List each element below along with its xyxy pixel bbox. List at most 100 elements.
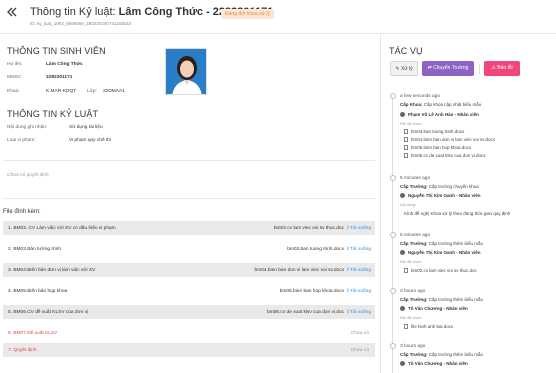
timeline-action: Cấp Trường: Cấp trường thêm biểu mẫu xyxy=(400,297,483,302)
mssv-label: MSSV: xyxy=(7,75,22,80)
timeline-sub-label: File đã chọn: xyxy=(400,122,422,126)
name-label: Họ tên: xyxy=(7,62,23,67)
name-value: Lâm Công Thức xyxy=(46,62,83,67)
timeline-user-name: Tô Văn Chương - Nhân viên xyxy=(408,306,468,311)
timeline-action-text: Cấp trường thêm biểu mẫu xyxy=(428,241,483,246)
file-row: 4. BM05.Biên bản họp khoa bm05.bien ban … xyxy=(3,284,375,298)
page-header: Thông tin Kỷ luật: Lâm Công Thức - 22823… xyxy=(0,0,556,34)
timeline-user: Nguyễn Thị Kim Oanh - Nhân viên xyxy=(400,250,481,256)
process-button[interactable]: ✎ Xử lý xyxy=(390,61,418,76)
content-label: Nội dung ghi nhận: xyxy=(7,125,48,130)
file-icon xyxy=(404,268,408,274)
timeline-file-name: bm05.bien ban hop khoa.docx xyxy=(411,145,472,150)
timeline-file-name: bm03.ban tuong trinh.docx xyxy=(411,129,465,134)
file-row: 7. Quyết định Chưa có xyxy=(3,343,375,357)
timeline-file-name: bm06.cv de xuat klsv cua don vi.docx xyxy=(411,153,486,158)
file-name: 5. BM06.CV đề xuất KLSV của đơn vị xyxy=(8,309,89,315)
file-row: 6. BM07.Đề xuất KLSV Chưa có xyxy=(3,326,375,340)
download-label: Tải xuống xyxy=(349,288,371,294)
timeline-action-text: Cấp trường thêm biểu mẫu xyxy=(428,297,483,302)
timeline-user-name: Tô Văn Chương - Nhân viên xyxy=(408,361,468,366)
timeline-dot xyxy=(389,288,396,294)
timeline-dot xyxy=(389,343,396,349)
timeline-role: Cấp Trường: xyxy=(400,297,428,302)
decision-status: Chưa có quyết định xyxy=(7,173,49,178)
file-name: 6. BM07.Đề xuất KLSV xyxy=(8,330,58,336)
timeline-file-name: bm02.cv lam viec voi sv thuc.doc xyxy=(411,268,477,273)
download-label: Tải xuống xyxy=(349,267,371,273)
timeline-file: file hinh anh bai.docx xyxy=(404,324,454,330)
user-icon xyxy=(400,112,405,118)
file-name: 4. BM05.Biên bản họp khoa xyxy=(8,288,68,294)
timeline-file: bm05.bien ban hop khoa.docx xyxy=(404,145,472,151)
timeline-file: bm02.cv lam viec voi sv thuc.doc xyxy=(404,268,477,274)
file-row: 1. BM02. CV Làm việc với SV có dấu hiệu … xyxy=(3,221,375,235)
timeline-time: 3 hours ago xyxy=(400,289,426,294)
timeline-sub-label: File đã chọn: xyxy=(400,316,422,320)
timeline-file: bm03.ban tuong trinh.docx xyxy=(404,129,465,135)
back-icon[interactable] xyxy=(6,6,20,20)
file-doc: bm06.cv de xuat klsv cua don vi.doc xyxy=(266,309,344,315)
timeline-dot xyxy=(389,93,396,99)
timeline-action: Cấp Khoa: Cấp khoa cập nhật biểu mẫu xyxy=(400,102,481,107)
download-label: Tải xuống xyxy=(349,225,371,231)
class-value: 22DMAA1 xyxy=(103,89,125,94)
download-label: Tải xuống xyxy=(349,309,371,315)
column-divider xyxy=(380,34,381,373)
discipline-section-title: THÔNG TIN KỶ LUẬT xyxy=(7,109,99,119)
report-error-button[interactable]: ⚠ Báo lỗi xyxy=(484,61,520,76)
file-missing: Chưa có xyxy=(350,330,369,336)
record-id: ID: ky_luat_1963_6666666_280220240741163… xyxy=(30,21,132,26)
download-link[interactable]: ⇩Tải xuống xyxy=(346,226,371,231)
timeline-action-text: Cấp trường chuyển khoa xyxy=(428,184,479,189)
file-missing: Chưa có xyxy=(350,347,369,353)
file-icon xyxy=(404,153,408,159)
timeline-time: 6 minutes ago xyxy=(400,233,431,238)
timeline-role: Cấp Trường: xyxy=(400,241,428,246)
user-icon xyxy=(400,306,405,312)
timeline-sub-label: Nội dung: xyxy=(400,203,417,207)
file-icon xyxy=(404,137,408,143)
download-link[interactable]: ⇩Tải xuống xyxy=(346,268,371,273)
violation-type-value: Vi phạm quy chế thi xyxy=(69,138,112,143)
file-row: 2. BM03.Bản tường trình bm03.ban tuong t… xyxy=(3,242,375,256)
download-link[interactable]: ⇩Tải xuống xyxy=(346,247,371,252)
file-icon xyxy=(404,129,408,135)
download-link[interactable]: ⇩Tải xuống xyxy=(346,310,371,315)
timeline-role: Cấp Trường: xyxy=(400,352,428,357)
student-section-title: THÔNG TIN SINH VIÊN xyxy=(7,46,106,56)
file-icon xyxy=(404,324,408,330)
faculty-value: K.MAR-KDQT xyxy=(46,89,77,94)
file-row: 3. BM04.Biên bản đơn vị làm việc với SV … xyxy=(3,263,375,277)
file-row: 5. BM06.CV đề xuất KLSV của đơn vị bm06.… xyxy=(3,305,375,319)
timeline-user: Phạm Vũ Lê Anh Hào - Nhân viên xyxy=(400,112,479,118)
divider xyxy=(3,160,375,161)
timeline-action: Cấp Trường: Cấp trường thêm biểu mẫu xyxy=(400,241,483,246)
file-name: 1. BM02. CV Làm việc với SV có dấu hiệu … xyxy=(8,225,116,231)
status-badge: Đang đợi khoa xử lý xyxy=(221,9,274,19)
timeline-user-name: Nguyễn Thị Kim Oanh - Nhân viên xyxy=(408,250,481,255)
file-doc: bm02.cv lam viec voi sv thuc.doc xyxy=(273,225,344,231)
mssv-value: 2282301171 xyxy=(46,75,73,80)
process-button-label: Xử lý xyxy=(400,66,413,72)
file-doc: bm04.bien ban don vi lam viec voi sv.doc… xyxy=(254,267,345,273)
timeline-dot xyxy=(389,175,396,181)
timeline-dot xyxy=(389,232,396,238)
download-link[interactable]: ⇩Tải xuống xyxy=(346,289,371,294)
download-label: Tải xuống xyxy=(349,246,371,252)
timeline-time: 3 hours ago xyxy=(400,344,426,349)
file-icon xyxy=(404,145,408,151)
timeline-sub-label: File đã chọn: xyxy=(400,260,422,264)
timeline-file-name: bm04.bien ban don vi lam viec voi sv.doc… xyxy=(411,137,495,142)
button-separator xyxy=(479,64,480,74)
timeline-file-name: file hinh anh bai.docx xyxy=(411,324,454,329)
timeline-file: bm06.cv de xuat klsv cua don vi.docx xyxy=(404,153,486,159)
file-name: 2. BM03.Bản tường trình xyxy=(8,246,62,252)
page-title-prefix: Thông tin Kỷ luật: xyxy=(30,6,119,18)
transfer-school-button[interactable]: ⇄ Chuyển Trường xyxy=(422,61,474,76)
timeline-time: a few seconds ago xyxy=(400,94,441,99)
timeline-user-name: Nguyễn Thị Kim Oanh - Nhân viên xyxy=(408,193,481,198)
user-icon xyxy=(400,361,405,367)
class-label: Lớp: xyxy=(87,89,97,94)
timeline-user: Tô Văn Chương - Nhân viên xyxy=(400,306,468,312)
